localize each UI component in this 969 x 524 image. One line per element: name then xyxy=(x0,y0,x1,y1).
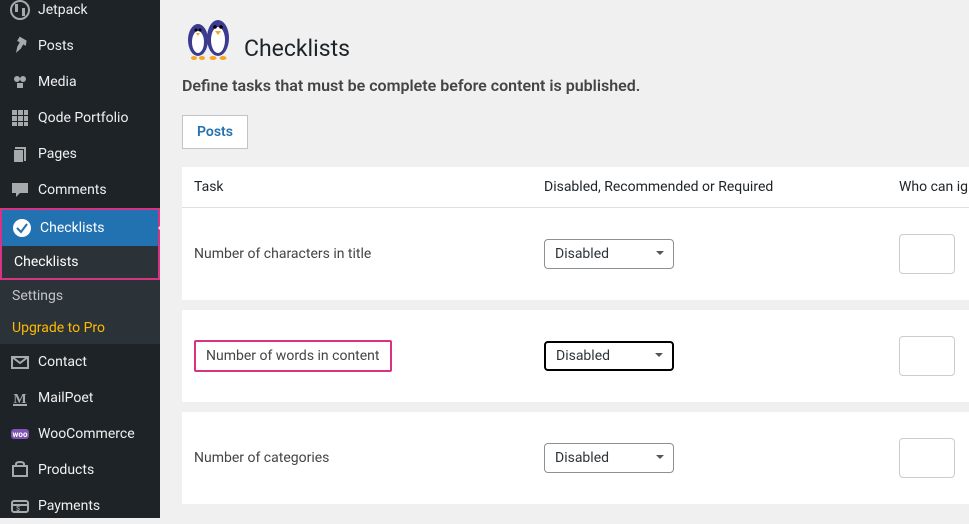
chevron-down-icon xyxy=(655,246,665,262)
mail-icon xyxy=(10,352,30,372)
rule-select[interactable]: Disabled xyxy=(544,239,674,269)
sidebar-item-comments[interactable]: Comments xyxy=(0,172,160,208)
page-title: Checklists xyxy=(244,35,350,62)
sidebar-item-label: WooCommerce xyxy=(38,426,135,442)
who-can-ignore-select[interactable] xyxy=(899,336,955,376)
rule-select-value: Disabled xyxy=(555,246,609,262)
sidebar-subitem-settings[interactable]: Settings xyxy=(0,280,160,312)
table-row: Number of categories Disabled xyxy=(182,402,969,504)
sidebar-item-label: Comments xyxy=(38,182,107,198)
payments-icon: $ xyxy=(10,496,30,516)
grid-icon xyxy=(10,108,30,128)
sidebar-item-label: Posts xyxy=(38,38,74,54)
sidebar-item-contact[interactable]: Contact xyxy=(0,344,160,380)
sidebar-item-jetpack[interactable]: Jetpack xyxy=(0,0,160,28)
table-row: Number of characters in title Disabled xyxy=(182,208,969,300)
sidebar-item-mailpoet[interactable]: M MailPoet xyxy=(0,380,160,416)
page-icon xyxy=(10,144,30,164)
sidebar-item-pages[interactable]: Pages xyxy=(0,136,160,172)
sidebar-item-woocommerce[interactable]: woo WooCommerce xyxy=(0,416,160,452)
sidebar-item-media[interactable]: Media xyxy=(0,64,160,100)
table-row: Number of words in content Disabled xyxy=(182,300,969,402)
sidebar-item-label: Products xyxy=(38,462,94,478)
rule-select-value: Disabled xyxy=(556,348,610,364)
tasks-table: Task Disabled, Recommended or Required W… xyxy=(182,167,969,504)
who-can-ignore-select[interactable] xyxy=(899,438,955,478)
woo-icon: woo xyxy=(10,424,30,444)
tab-posts[interactable]: Posts xyxy=(182,115,248,149)
media-icon xyxy=(10,72,30,92)
sidebar-item-qode[interactable]: Qode Portfolio xyxy=(0,100,160,136)
col-header-task: Task xyxy=(194,179,544,195)
sidebar-item-label: Checklists xyxy=(40,220,105,236)
sidebar-item-checklists[interactable]: Checklists xyxy=(2,210,158,246)
check-icon xyxy=(12,218,32,238)
sidebar-item-label: Qode Portfolio xyxy=(38,110,128,126)
sidebar-item-label: Media xyxy=(38,74,77,90)
checklists-logo xyxy=(182,10,238,62)
jetpack-icon xyxy=(10,0,30,20)
mailpoet-icon: M xyxy=(10,388,30,408)
sidebar-item-label: Contact xyxy=(38,354,87,370)
sidebar-item-products[interactable]: Products xyxy=(0,452,160,488)
sidebar-item-label: Pages xyxy=(38,146,77,162)
sidebar-item-posts[interactable]: Posts xyxy=(0,28,160,64)
pin-icon xyxy=(10,36,30,56)
comment-icon xyxy=(10,180,30,200)
page-subtitle: Define tasks that must be complete befor… xyxy=(182,76,969,95)
rule-select-value: Disabled xyxy=(555,450,609,466)
chevron-down-icon xyxy=(655,450,665,466)
col-header-rule: Disabled, Recommended or Required xyxy=(544,179,899,195)
main-content: Checklists Define tasks that must be com… xyxy=(160,0,969,518)
chevron-down-icon xyxy=(654,348,664,364)
svg-text:woo: woo xyxy=(13,430,28,439)
rule-select[interactable]: Disabled xyxy=(544,341,674,371)
table-header: Task Disabled, Recommended or Required W… xyxy=(182,167,969,208)
task-name: Number of categories xyxy=(194,450,329,466)
sidebar-subitem-upgrade[interactable]: Upgrade to Pro xyxy=(0,312,160,344)
products-icon xyxy=(10,460,30,480)
admin-sidebar: Jetpack Posts Media Qode Portfolio Pages… xyxy=(0,0,160,518)
col-header-who: Who can ig xyxy=(899,179,969,195)
sidebar-item-label: MailPoet xyxy=(38,390,93,406)
sidebar-item-payments[interactable]: $ Payments xyxy=(0,488,160,524)
sidebar-item-label: Payments xyxy=(38,498,100,514)
task-name: Number of characters in title xyxy=(194,246,371,262)
sidebar-item-label: Jetpack xyxy=(38,2,88,18)
sidebar-subitem-checklists[interactable]: Checklists xyxy=(2,246,158,278)
svg-text:$: $ xyxy=(16,505,20,513)
who-can-ignore-select[interactable] xyxy=(899,234,955,274)
task-name: Number of words in content xyxy=(194,340,392,372)
highlight-current-menu-group: Checklists Checklists xyxy=(0,208,160,280)
rule-select[interactable]: Disabled xyxy=(544,443,674,473)
